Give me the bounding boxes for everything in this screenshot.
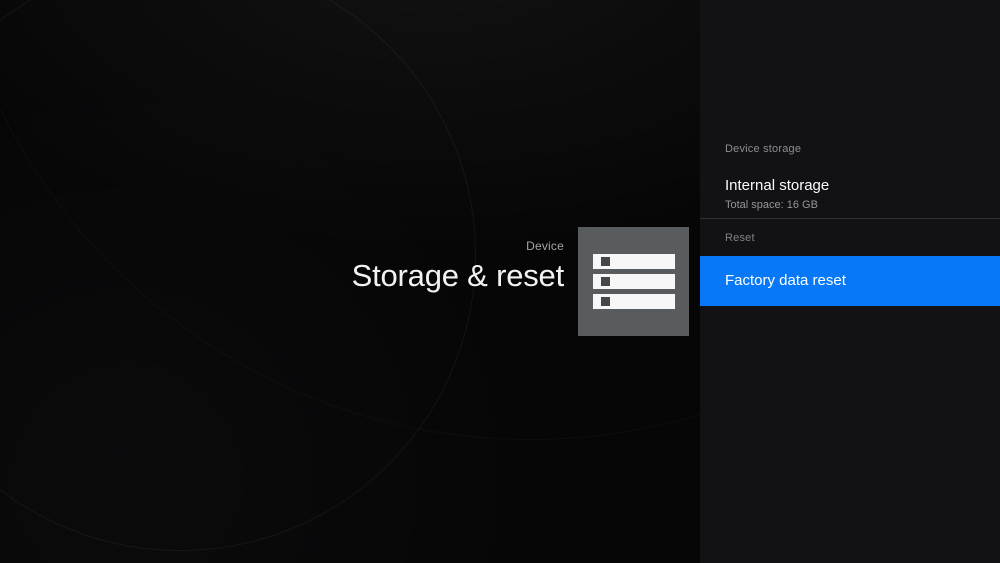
internal-storage-subtitle: Total space: 16 GB xyxy=(725,199,818,211)
hero: Device Storage & reset xyxy=(0,239,565,293)
factory-data-reset-title: Factory data reset xyxy=(725,272,846,289)
storage-icon-chip xyxy=(600,277,610,286)
section-header-reset: Reset xyxy=(725,232,755,244)
storage-icon-chip xyxy=(600,257,610,266)
settings-panel: Device storage Internal storage Total sp… xyxy=(700,0,1000,563)
internal-storage-item[interactable]: Internal storage Total space: 16 GB xyxy=(700,172,1000,218)
section-divider xyxy=(700,218,1000,219)
category-label: Device xyxy=(526,239,564,253)
page-title: Storage & reset xyxy=(351,258,565,293)
storage-icon-bar xyxy=(592,254,675,269)
section-header-device-storage: Device storage xyxy=(725,143,802,155)
storage-icon xyxy=(578,227,689,336)
storage-reset-screen: Device Storage & reset Device storage In… xyxy=(0,0,1000,563)
factory-data-reset-item[interactable]: Factory data reset xyxy=(700,256,1000,306)
internal-storage-title: Internal storage xyxy=(725,177,830,194)
storage-icon-chip xyxy=(600,297,610,306)
storage-icon-bar xyxy=(592,294,675,309)
storage-icon-bar xyxy=(592,274,675,289)
